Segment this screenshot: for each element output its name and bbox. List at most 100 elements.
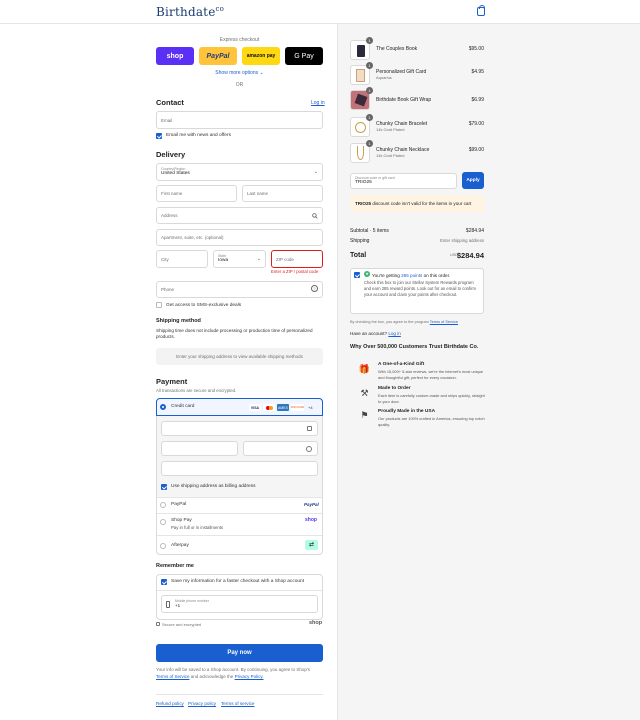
paypal-radio[interactable] xyxy=(160,502,166,508)
show-more-options-link[interactable]: Show more options ⌄ xyxy=(156,70,323,76)
legal-text: Your info will be saved to a Shop accoun… xyxy=(156,667,323,680)
city-field[interactable]: City xyxy=(156,250,208,268)
expiry-field[interactable] xyxy=(161,441,238,456)
quantity-badge: 1 xyxy=(366,62,373,69)
shop-logo: shop xyxy=(305,517,317,523)
sms-checkbox[interactable] xyxy=(156,302,162,308)
item-price: $99.00 xyxy=(468,147,484,153)
afterpay-label: Afterpay xyxy=(171,543,189,548)
account-login-link[interactable]: Log in xyxy=(388,331,401,336)
mobile-phone-value: +1 xyxy=(175,603,181,608)
item-price: $95.00 xyxy=(468,46,484,52)
last-name-field[interactable]: Last name xyxy=(242,185,323,202)
country-select[interactable]: Country/Region United States ⌄ xyxy=(156,163,323,181)
rewards-checkbox[interactable] xyxy=(354,272,360,278)
quantity-badge: 1 xyxy=(366,87,373,94)
discount-code-field[interactable]: Discount code or gift card TRIO25 xyxy=(350,173,457,189)
phone-placeholder: Phone xyxy=(161,287,175,292)
google-pay-express-button[interactable]: G Pay xyxy=(285,47,323,65)
address-field[interactable]: Address xyxy=(156,207,323,224)
paypal-express-button[interactable]: PayPal xyxy=(199,47,237,65)
afterpay-radio[interactable] xyxy=(160,543,166,549)
or-divider: OR xyxy=(235,82,244,88)
feature-title: Proudly Made in the USA xyxy=(378,409,436,414)
secure-label: Secure and encrypted xyxy=(162,622,202,627)
item-price: $6.99 xyxy=(471,97,484,103)
total-value: $284.94 xyxy=(456,251,484,260)
terms-of-service-link[interactable]: Terms of service xyxy=(221,701,254,706)
legal-text-1: Your info will be saved to a Shop accoun… xyxy=(156,667,311,672)
security-code-field[interactable] xyxy=(243,441,318,456)
shop-tos-link[interactable]: Terms of Service xyxy=(156,674,190,679)
apply-button[interactable]: Apply xyxy=(462,172,484,189)
shop-pay-radio[interactable] xyxy=(160,519,166,525)
shop-privacy-link[interactable]: Privacy Policy. xyxy=(235,674,264,679)
shopping-bag-icon[interactable] xyxy=(477,5,485,16)
email-field[interactable]: Email xyxy=(156,111,323,129)
country-value: United States xyxy=(161,171,190,176)
afterpay-icon: ⇄ xyxy=(305,540,318,550)
paypal-label: PayPal xyxy=(171,502,187,507)
discount-error-code: TRIO25 xyxy=(355,201,372,206)
payment-subtitle: All transactions are secure and encrypte… xyxy=(156,388,237,393)
discount-value: TRIO25 xyxy=(355,180,372,185)
shop-pay-subtitle: Pay in full or in installments xyxy=(171,525,224,530)
news-label: Email me with news and offers xyxy=(166,133,231,138)
phone-field[interactable]: Phone ? xyxy=(156,281,323,298)
item-variant: 14k Gold Plated xyxy=(376,127,405,132)
zip-field[interactable]: ZIP code xyxy=(271,250,323,268)
shop-footer-logo: shop xyxy=(309,620,323,626)
shop-pay-express-button[interactable]: shop xyxy=(156,47,194,65)
help-icon[interactable]: ? xyxy=(311,285,318,292)
have-account: Have an account? Log in xyxy=(350,331,401,336)
divider xyxy=(157,535,322,536)
divider xyxy=(157,513,322,514)
quantity-badge: 1 xyxy=(366,37,373,44)
legal-text-2: and acknowledge the xyxy=(190,673,234,679)
state-select[interactable]: State Iowa ⌄ xyxy=(213,250,266,268)
help-icon[interactable] xyxy=(306,446,312,452)
item-name: The Couples Book xyxy=(376,46,418,52)
card-number-field[interactable] xyxy=(161,421,318,436)
pay-now-button[interactable]: Pay now xyxy=(156,644,323,662)
credit-card-label: Credit card xyxy=(171,404,195,409)
discover-icon: DISCOVER xyxy=(290,404,305,411)
credit-card-radio[interactable] xyxy=(160,404,166,410)
rewards-body: Check this box to join our Stellar Syste… xyxy=(364,280,476,298)
header: Birthdateco xyxy=(0,0,640,24)
privacy-policy-link[interactable]: Privacy policy xyxy=(188,701,216,706)
quantity-badge: 1 xyxy=(366,140,373,147)
contact-title: Contact xyxy=(156,98,184,107)
star-icon: ★ xyxy=(364,271,370,277)
billing-same-label: Use shipping address as billing address xyxy=(171,484,256,489)
rewards-points: 285 points xyxy=(401,273,423,278)
item-variant: 14k Gold Plated xyxy=(376,153,405,158)
save-info-label: Save my information for a faster checkou… xyxy=(171,579,305,584)
shipping-placeholder: Enter your shipping address to view avai… xyxy=(156,348,323,365)
first-name-field[interactable]: First name xyxy=(156,185,237,202)
feature-body: Our products are 100% crafted in America… xyxy=(378,416,485,427)
paypal-logo: PayPal xyxy=(304,502,319,507)
login-link[interactable]: Log in xyxy=(311,100,325,106)
address-placeholder: Address xyxy=(161,213,178,218)
shop-pay-label: Shop Pay xyxy=(171,518,192,523)
lock-icon xyxy=(156,622,160,626)
billing-same-checkbox[interactable] xyxy=(161,484,167,490)
apartment-field[interactable]: Apartment, suite, etc. (optional) xyxy=(156,229,323,246)
news-checkbox[interactable] xyxy=(156,133,162,139)
name-on-card-field[interactable] xyxy=(161,461,318,476)
item-price: $4.95 xyxy=(471,69,484,75)
refund-policy-link[interactable]: Refund policy xyxy=(156,701,184,706)
feature-title: Made to Order xyxy=(378,386,411,391)
shipping-note: Shipping time does not include processin… xyxy=(156,328,313,339)
total-label: Total xyxy=(350,252,367,259)
amex-icon: AMEX xyxy=(277,404,289,411)
brand-logo[interactable]: Birthdateco xyxy=(156,5,224,19)
rewards-terms-link[interactable]: Terms of Service xyxy=(430,320,458,324)
amazon-pay-express-button[interactable]: amazon pay xyxy=(242,47,280,65)
feature-title: A One-of-a-Kind Gift xyxy=(378,362,425,367)
mobile-phone-field[interactable]: Mobile phone number +1 xyxy=(161,595,318,613)
save-info-checkbox[interactable] xyxy=(161,579,167,585)
item-name: Birthdate Book Gift Wrap xyxy=(376,97,432,103)
divider xyxy=(157,590,322,591)
